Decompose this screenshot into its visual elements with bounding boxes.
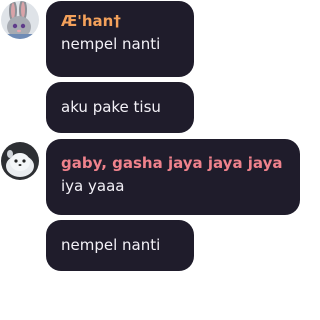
message-text: nempel nanti [61, 35, 161, 53]
chat-thread: Æ'han† nempel nanti aku pake tisu gaby, … [0, 0, 301, 320]
message-bubble[interactable]: aku pake tisu [46, 82, 194, 133]
message-text: aku pake tisu [61, 98, 161, 116]
sender-name[interactable]: Æ'han† [61, 12, 121, 30]
message-text: nempel nanti [61, 236, 161, 254]
seal-avatar-icon[interactable] [1, 142, 39, 180]
message-bubble[interactable]: gaby, gasha jaya jaya jaya iya yaaa [46, 139, 300, 215]
bunny-avatar-icon[interactable] [1, 1, 39, 39]
sender-name[interactable]: gaby, gasha jaya jaya jaya [61, 154, 283, 172]
message-bubble[interactable]: nempel nanti [46, 220, 194, 271]
message-text: iya yaaa [61, 177, 125, 195]
message-bubble[interactable]: Æ'han† nempel nanti [46, 1, 194, 77]
